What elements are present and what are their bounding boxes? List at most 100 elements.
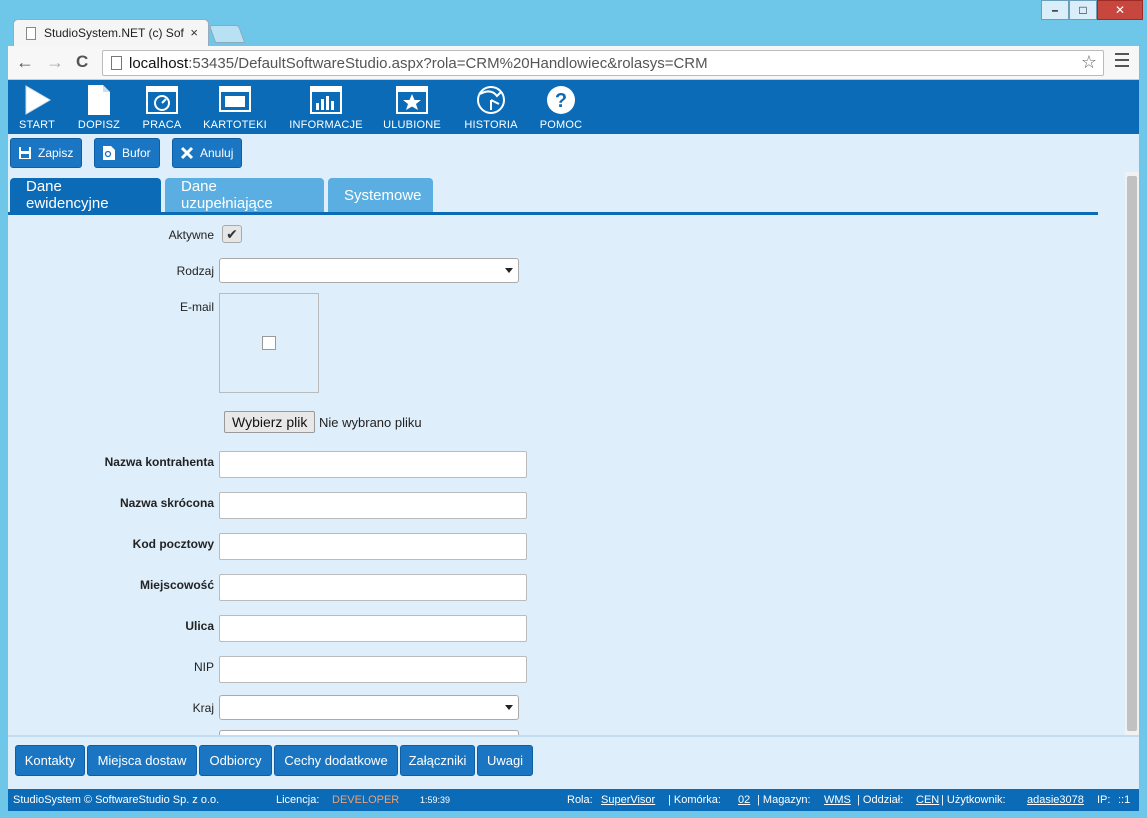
- file-status: Nie wybrano pliku: [319, 415, 422, 430]
- uzytkownik-link[interactable]: adasie3078: [1027, 794, 1084, 806]
- save-button[interactable]: Zapisz: [10, 138, 83, 168]
- browser-tab[interactable]: StudioSystem.NET (c) Soft ×: [13, 19, 209, 47]
- uzytkownik-label: | Użytkownik:: [941, 794, 1006, 806]
- ulica-input[interactable]: [219, 615, 527, 642]
- session-timer: 1:59:39: [420, 795, 451, 805]
- copyright-text: StudioSystem © SoftwareStudio Sp. z o.o.: [13, 794, 220, 806]
- document-search-icon: [101, 145, 117, 161]
- status-bar: StudioSystem © SoftwareStudio Sp. z o.o.…: [8, 789, 1139, 811]
- browser-menu-icon[interactable]: [1115, 53, 1129, 69]
- broken-image-icon: [262, 336, 276, 350]
- page-icon: [111, 56, 122, 70]
- star-icon: [396, 84, 428, 116]
- magazyn-link[interactable]: WMS: [824, 794, 851, 806]
- miejscowosc-input[interactable]: [219, 574, 527, 601]
- kontakty-button[interactable]: Kontakty: [15, 745, 85, 776]
- toolbar-dopisz[interactable]: DOPISZ: [74, 84, 124, 131]
- new-tab-button[interactable]: [208, 25, 246, 43]
- form-tabs: Dane ewidencyjne Dane uzupełniające Syst…: [8, 178, 1098, 215]
- licencja-label: Licencja:: [276, 794, 320, 806]
- address-bar[interactable]: localhost:53435/DefaultSoftwareStudio.as…: [102, 50, 1104, 76]
- image-preview: [219, 293, 319, 393]
- kraj-select[interactable]: [219, 695, 519, 720]
- floppy-icon: [17, 145, 33, 161]
- zalaczniki-button[interactable]: Załączniki: [400, 745, 475, 776]
- minimize-button[interactable]: –: [1041, 0, 1069, 20]
- ip-value: ::1: [1118, 794, 1131, 806]
- help-icon: ?: [545, 84, 577, 116]
- nazwa-skrocona-label: Nazwa skrócona: [119, 496, 214, 510]
- maximize-button[interactable]: □: [1069, 0, 1097, 20]
- document-icon: [83, 84, 115, 116]
- toolbar-start[interactable]: START: [16, 84, 58, 131]
- odbiorcy-button[interactable]: Odbiorcy: [199, 745, 272, 776]
- window-titlebar: StudioSystem.NET (c) Soft × – □ ✕: [0, 0, 1147, 47]
- komorka-label: | Komórka:: [668, 794, 721, 806]
- nip-input[interactable]: [219, 656, 527, 683]
- rola-link[interactable]: SuperVisor: [601, 794, 655, 806]
- miejscowosc-label: Miejscowość: [139, 578, 214, 592]
- kraj-label: Kraj: [192, 701, 214, 715]
- play-icon: [21, 84, 53, 116]
- kod-pocztowy-label: Kod pocztowy: [132, 537, 214, 551]
- uwagi-button[interactable]: Uwagi: [477, 745, 533, 776]
- bookmark-star-icon[interactable]: ☆: [1081, 52, 1097, 73]
- tab-close-icon[interactable]: ×: [190, 25, 198, 40]
- main-toolbar: START DOPISZ PRACA KARTOTEKI INFORMACJE: [8, 80, 1139, 134]
- back-arrow-icon[interactable]: ←: [16, 52, 34, 73]
- rola-label: Rola:: [567, 794, 593, 806]
- url-text: localhost:53435/DefaultSoftwareStudio.as…: [129, 55, 708, 72]
- ip-label: IP:: [1097, 794, 1111, 806]
- svg-text:?: ?: [555, 90, 567, 112]
- email-label: E-mail: [179, 300, 214, 314]
- chevron-down-icon: [505, 268, 513, 273]
- kod-pocztowy-input[interactable]: [219, 533, 527, 560]
- oddzial-link[interactable]: CEN: [916, 794, 939, 806]
- magazyn-label: | Magazyn:: [757, 794, 811, 806]
- aktywne-checkbox[interactable]: ✔: [222, 225, 242, 243]
- nazwa-kontrahenta-label: Nazwa kontrahenta: [104, 455, 214, 469]
- monitor-icon: [219, 84, 251, 116]
- oddzial-label: | Oddział:: [857, 794, 904, 806]
- aktywne-label: Aktywne: [168, 228, 214, 242]
- browser-navbar: ← → C localhost:53435/DefaultSoftwareStu…: [8, 46, 1139, 80]
- toolbar-kartoteki[interactable]: KARTOTEKI: [200, 84, 270, 131]
- chart-icon: [310, 84, 342, 116]
- tab-dane-ewidencyjne[interactable]: Dane ewidencyjne: [10, 178, 161, 212]
- miejsca-dostaw-button[interactable]: Miejsca dostaw: [87, 745, 197, 776]
- forward-arrow-icon[interactable]: →: [46, 52, 64, 73]
- toolbar-ulubione[interactable]: ULUBIONE: [380, 84, 444, 131]
- scrollbar-thumb[interactable]: [1127, 176, 1137, 731]
- nazwa-skrocona-input[interactable]: [219, 492, 527, 519]
- choose-file-button[interactable]: Wybierz plik: [224, 411, 316, 433]
- toolbar-historia[interactable]: HISTORIA: [460, 84, 522, 131]
- close-window-button[interactable]: ✕: [1097, 0, 1143, 20]
- ulica-label: Ulica: [185, 619, 214, 633]
- gauge-icon: [146, 84, 178, 116]
- tab-title: StudioSystem.NET (c) Soft: [44, 26, 184, 40]
- nazwa-kontrahenta-input[interactable]: [219, 451, 527, 478]
- close-icon: [179, 145, 195, 161]
- page-icon: [26, 27, 36, 40]
- window-controls: – □ ✕: [1041, 0, 1143, 20]
- nip-label: NIP: [193, 660, 214, 674]
- buffer-button[interactable]: Bufor: [94, 138, 160, 168]
- toolbar-informacje[interactable]: INFORMACJE: [288, 84, 364, 131]
- licencja-value: DEVELOPER: [332, 794, 400, 806]
- reload-icon[interactable]: C: [76, 52, 88, 72]
- form-scrollbar[interactable]: [1125, 172, 1139, 735]
- bottom-button-bar: Kontakty Miejsca dostaw Odbiorcy Cechy d…: [8, 735, 1139, 789]
- komorka-link[interactable]: 02: [738, 794, 750, 806]
- cancel-button[interactable]: Anuluj: [172, 138, 243, 168]
- form-area: Aktywne ✔ Rodzaj E-mail Wybierz plik Nie…: [8, 215, 1098, 735]
- cechy-dodatkowe-button[interactable]: Cechy dodatkowe: [274, 745, 398, 776]
- tab-dane-uzupelniajace[interactable]: Dane uzupełniające: [165, 178, 324, 212]
- rodzaj-select[interactable]: [219, 258, 519, 283]
- tab-systemowe[interactable]: Systemowe: [328, 178, 433, 212]
- toolbar-pomoc[interactable]: ? POMOC: [538, 84, 584, 131]
- chevron-down-icon: [505, 705, 513, 710]
- toolbar-praca[interactable]: PRACA: [140, 84, 184, 131]
- history-icon: [475, 84, 507, 116]
- app-area: START DOPISZ PRACA KARTOTEKI INFORMACJE: [8, 80, 1139, 811]
- rodzaj-label: Rodzaj: [176, 264, 214, 278]
